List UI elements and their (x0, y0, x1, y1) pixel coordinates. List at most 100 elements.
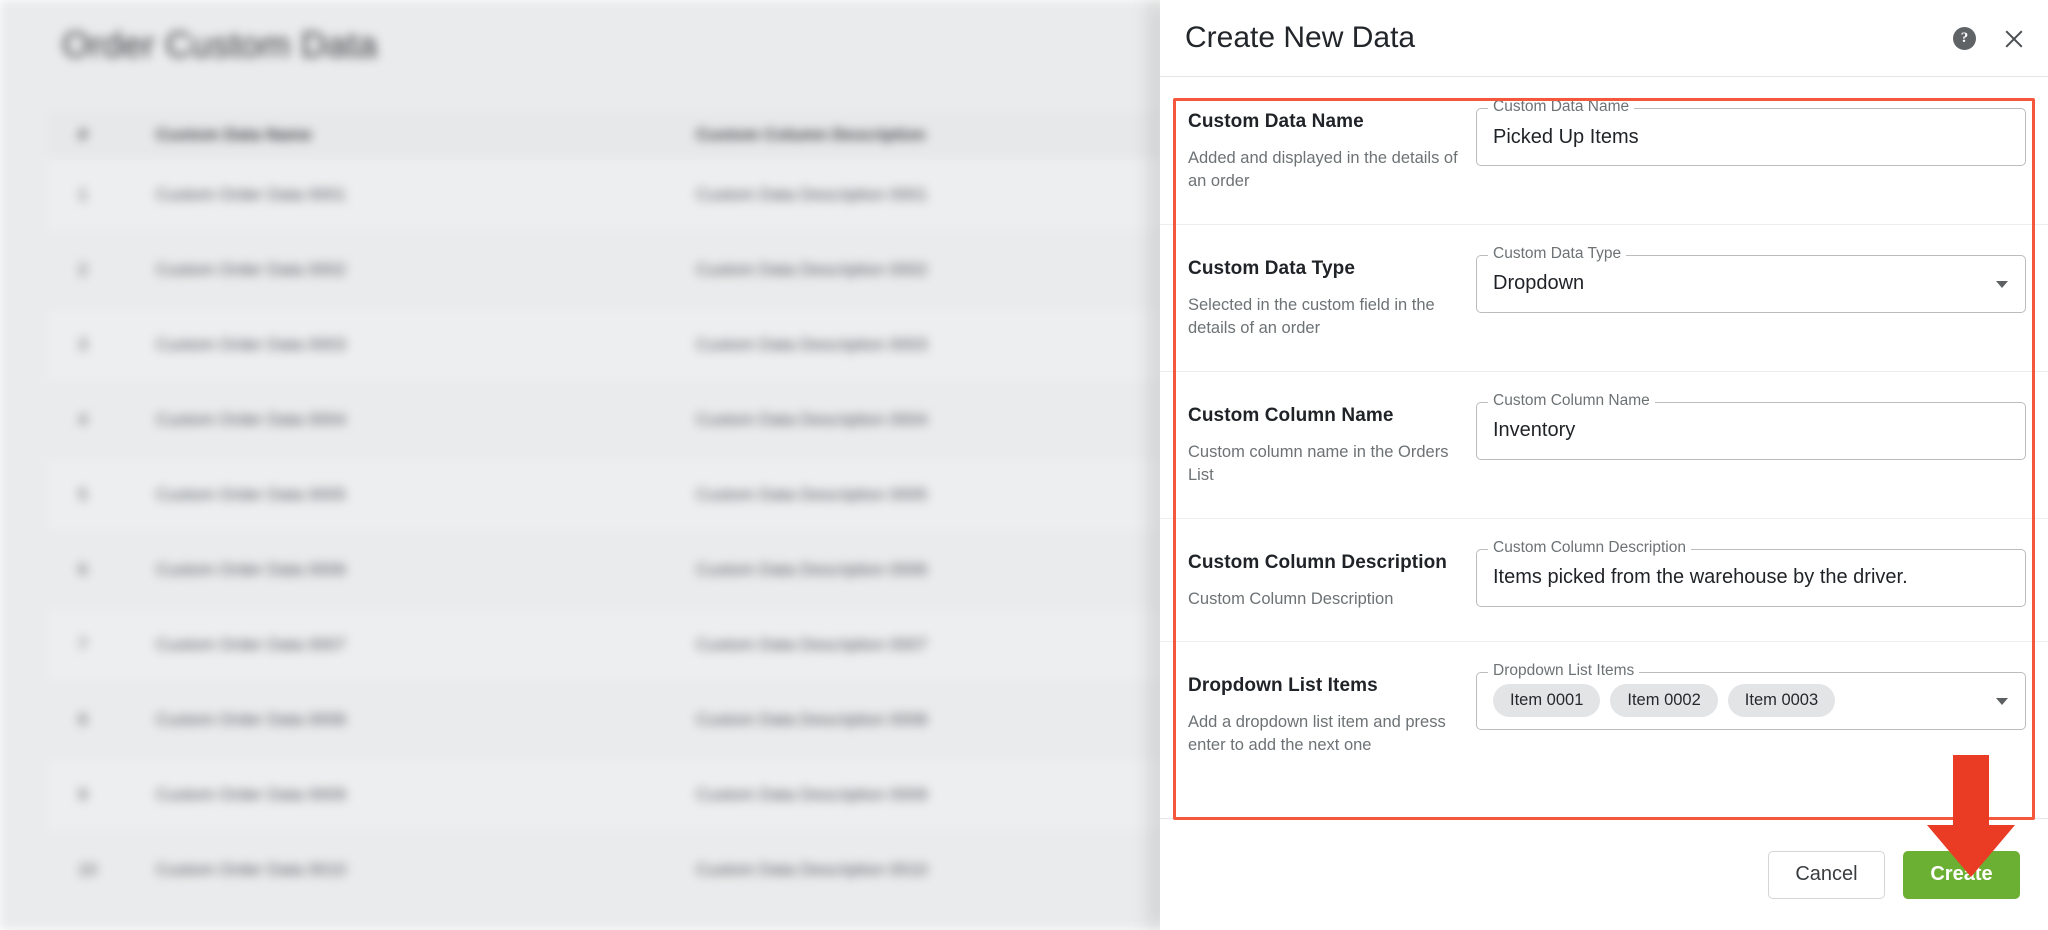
drawer-title: Create New Data (1185, 21, 1415, 55)
field-input[interactable]: Custom Column NameInventory (1476, 402, 2026, 460)
form-section-description: Added and displayed in the details of an… (1188, 147, 1460, 194)
chip-item[interactable]: Item 0003 (1728, 684, 1835, 717)
form-section-left: Custom Column Description Custom Column D… (1188, 549, 1476, 611)
create-button[interactable]: Create (1903, 851, 2020, 899)
cell-index: 1 (78, 185, 156, 205)
form-section-description: Selected in the custom field in the deta… (1188, 294, 1460, 341)
field-value: Dropdown (1493, 272, 1584, 295)
form-section-right: Custom Data NamePicked Up Items (1476, 108, 2026, 194)
table-row: 4Custom Order Data 0004Custom Data Descr… (48, 383, 1160, 458)
cell-custom-data-name: Custom Order Data 0005 (156, 485, 696, 505)
chip-list: Item 0001 Item 0002 Item 0003 (1493, 684, 1835, 717)
cell-custom-column-description: Custom Data Description 0005 (696, 485, 1160, 505)
cell-index: 7 (78, 635, 156, 655)
cell-custom-data-name: Custom Order Data 0007 (156, 635, 696, 655)
help-icon[interactable]: ? (1953, 27, 1976, 50)
field-select[interactable]: Custom Data TypeDropdown (1476, 255, 2026, 313)
table-row: 1Custom Order Data 0001Custom Data Descr… (48, 158, 1160, 233)
form-section-left: Custom Column Name Custom column name in … (1188, 402, 1476, 488)
form-section-description: Custom Column Description (1188, 588, 1460, 611)
close-icon[interactable] (2002, 27, 2026, 51)
cell-custom-column-description: Custom Data Description 0003 (696, 335, 1160, 355)
cell-custom-column-description: Custom Data Description 0008 (696, 710, 1160, 730)
order-custom-data-table: # Custom Data Name Custom Column Descrip… (48, 112, 1160, 908)
drawer-form-body: Custom Data Name Added and displayed in t… (1160, 78, 2048, 818)
form-section: Custom Column DescriptionCustom Column D… (1160, 519, 2048, 642)
background-inner: Order Custom Data # Custom Data Name Cus… (0, 0, 1160, 930)
cell-custom-column-description: Custom Data Description 0002 (696, 260, 1160, 280)
cell-custom-column-description: Custom Data Description 0004 (696, 410, 1160, 430)
form-section-right: Custom Data TypeDropdown (1476, 255, 2026, 341)
chip-item[interactable]: Item 0002 (1610, 684, 1717, 717)
cell-custom-data-name: Custom Order Data 0004 (156, 410, 696, 430)
form-section-right: Dropdown List ItemsItem 0001Item 0002Ite… (1476, 672, 2026, 758)
form-section-description: Add a dropdown list item and press enter… (1188, 711, 1460, 758)
form-section: Dropdown List Items Add a dropdown list i… (1160, 642, 2048, 788)
table-row: 6Custom Order Data 0006Custom Data Descr… (48, 533, 1160, 608)
chip-item[interactable]: Item 0001 (1493, 684, 1600, 717)
cell-custom-column-description: Custom Data Description 0010 (696, 860, 1160, 880)
table-row: 9Custom Order Data 0009Custom Data Descr… (48, 758, 1160, 833)
form-section-title: Dropdown List Items (1188, 675, 1460, 697)
form-section-left: Custom Data Type Selected in the custom f… (1188, 255, 1476, 341)
form-section-left: Dropdown List Items Add a dropdown list i… (1188, 672, 1476, 758)
cell-custom-data-name: Custom Order Data 0008 (156, 710, 696, 730)
cell-custom-data-name: Custom Order Data 0010 (156, 860, 696, 880)
field-legend: Custom Data Name (1488, 99, 1634, 115)
chevron-down-icon[interactable] (1996, 698, 2008, 705)
field-input[interactable]: Custom Data NamePicked Up Items (1476, 108, 2026, 166)
cell-index: 2 (78, 260, 156, 280)
column-header-custom-data-name: Custom Data Name (156, 125, 696, 145)
drawer-header-actions: ? (1953, 0, 2026, 77)
field-legend: Custom Column Description (1488, 540, 1691, 556)
table-header-row: # Custom Data Name Custom Column Descrip… (48, 112, 1160, 158)
create-new-data-drawer: Create New Data ? Custom Data Name Added … (1160, 0, 2048, 930)
table-row: 10Custom Order Data 0010Custom Data Desc… (48, 833, 1160, 908)
cell-custom-column-description: Custom Data Description 0009 (696, 785, 1160, 805)
field-value: Inventory (1493, 419, 1575, 442)
drawer-footer: Cancel Create (1160, 818, 2048, 930)
cell-index: 3 (78, 335, 156, 355)
chevron-down-icon[interactable] (1996, 281, 2008, 288)
cell-custom-data-name: Custom Order Data 0006 (156, 560, 696, 580)
field-legend: Custom Column Name (1488, 393, 1655, 409)
cell-custom-data-name: Custom Order Data 0003 (156, 335, 696, 355)
cancel-button[interactable]: Cancel (1768, 851, 1885, 899)
field-chips[interactable]: Dropdown List ItemsItem 0001Item 0002Ite… (1476, 672, 2026, 730)
cell-custom-column-description: Custom Data Description 0007 (696, 635, 1160, 655)
cell-custom-data-name: Custom Order Data 0009 (156, 785, 696, 805)
form-section-title: Custom Data Type (1188, 258, 1460, 280)
background-page: Order Custom Data # Custom Data Name Cus… (0, 0, 1160, 930)
drawer-header: Create New Data ? (1160, 0, 2048, 77)
field-value: Picked Up Items (1493, 126, 1639, 149)
form-section-title: Custom Data Name (1188, 111, 1460, 133)
form-section-title: Custom Column Name (1188, 405, 1460, 427)
field-legend: Custom Data Type (1488, 246, 1626, 262)
form-section-left: Custom Data Name Added and displayed in t… (1188, 108, 1476, 194)
field-value: Items picked from the warehouse by the d… (1493, 566, 1908, 589)
table-row: 2Custom Order Data 0002Custom Data Descr… (48, 233, 1160, 308)
cell-index: 5 (78, 485, 156, 505)
form-section-title: Custom Column Description (1188, 552, 1460, 574)
page-title: Order Custom Data (62, 24, 378, 66)
cell-index: 6 (78, 560, 156, 580)
cell-custom-column-description: Custom Data Description 0001 (696, 185, 1160, 205)
field-legend: Dropdown List Items (1488, 663, 1639, 679)
cell-index: 4 (78, 410, 156, 430)
form-section-description: Custom column name in the Orders List (1188, 441, 1460, 488)
form-section-right: Custom Column NameInventory (1476, 402, 2026, 488)
cell-custom-data-name: Custom Order Data 0001 (156, 185, 696, 205)
form-section: Custom Data Name Added and displayed in t… (1160, 78, 2048, 225)
form-section-right: Custom Column DescriptionItems picked fr… (1476, 549, 2026, 611)
cell-index: 8 (78, 710, 156, 730)
field-input[interactable]: Custom Column DescriptionItems picked fr… (1476, 549, 2026, 607)
column-header-index: # (78, 125, 156, 145)
table-row: 5Custom Order Data 0005Custom Data Descr… (48, 458, 1160, 533)
cell-custom-data-name: Custom Order Data 0002 (156, 260, 696, 280)
table-row: 8Custom Order Data 0008Custom Data Descr… (48, 683, 1160, 758)
form-section: Custom Column Name Custom column name in … (1160, 372, 2048, 519)
table-row: 7Custom Order Data 0007Custom Data Descr… (48, 608, 1160, 683)
cell-index: 10 (78, 860, 156, 880)
cell-custom-column-description: Custom Data Description 0006 (696, 560, 1160, 580)
column-header-custom-column-description: Custom Column Description (696, 125, 1160, 145)
